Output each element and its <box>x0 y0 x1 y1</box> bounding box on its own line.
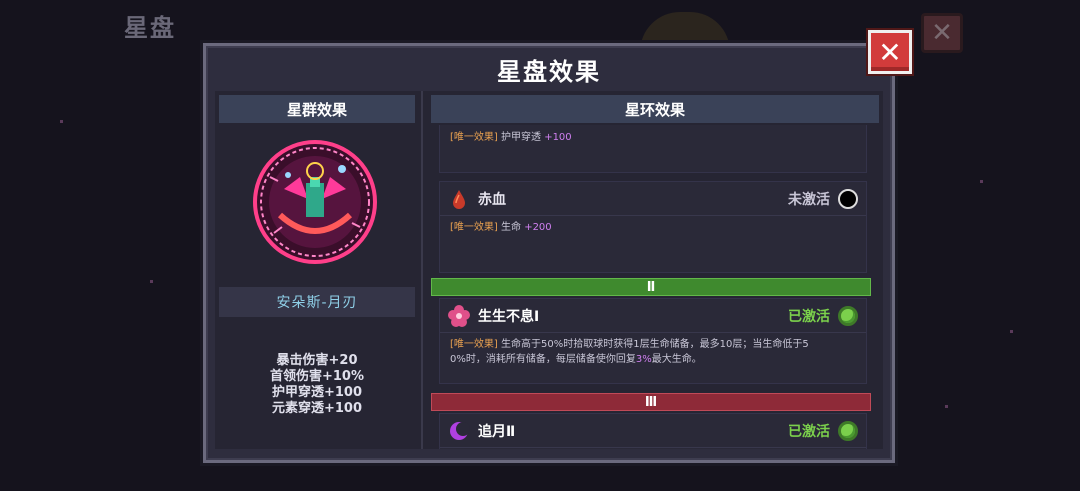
flower-icon <box>448 304 470 327</box>
effect-value: +100 <box>544 132 572 143</box>
constellation-name: 安朵斯-月刃 <box>219 287 415 317</box>
effect-tag: [唯一效果] <box>450 132 498 143</box>
ring-column: 星环效果 [唯一效果] 护甲穿透 +100 赤血 未激活 [唯一效果] 生命 +… <box>421 91 883 449</box>
effect-text: 生命 <box>501 222 521 233</box>
effect-description: [唯一效果] 生命 +200 <box>440 216 866 235</box>
dialog-header: 星盘效果 <box>206 46 892 92</box>
crescent-moon-icon <box>448 420 470 442</box>
list-item[interactable]: 追月Ⅱ 已激活 <box>439 413 867 449</box>
tier-ii-divider: Ⅱ <box>431 278 871 296</box>
blood-drop-icon <box>448 188 470 210</box>
status-indicator-icon <box>838 305 858 326</box>
entry-name: 追月Ⅱ <box>478 423 516 440</box>
stat-line: 首领伤害+10% <box>269 369 364 384</box>
effect-text: 生命高于50%时拾取球时获得1层生命储备，最多10层；当生命低于5 <box>501 339 809 350</box>
background-star <box>150 280 153 283</box>
list-item: [唯一效果] 护甲穿透 +100 <box>439 125 867 173</box>
dialog-title: 星盘效果 <box>497 57 601 86</box>
astrolabe-effects-dialog: 星盘效果 ✕ 星群效果 安朵斯-月刃 暴击伤害+20 首领伤害+10% 护甲穿透… <box>203 30 912 463</box>
stat-line: 元素穿透+100 <box>271 401 363 416</box>
stat-line: 护甲穿透+100 <box>271 385 363 400</box>
effect-tag: [唯一效果] <box>450 222 498 233</box>
effect-text: 护甲穿透 <box>501 132 541 143</box>
status-indicator-icon <box>838 420 858 441</box>
effect-description-continued: 0%时，消耗所有储备，每层储备使你回复3%最大生命。 <box>440 352 866 367</box>
list-item[interactable]: 生生不息Ⅰ 已激活 [唯一效果] 生命高于50%时拾取球时获得1层生命储备，最多… <box>439 298 867 384</box>
entry-name: 赤血 <box>478 191 506 208</box>
entry-header: 追月Ⅱ 已激活 <box>440 414 866 448</box>
stat-line: 暴击伤害+20 <box>276 353 358 368</box>
entry-name: 生生不息Ⅰ <box>478 308 540 325</box>
constellation-effects-header: 星群效果 <box>219 95 415 123</box>
constellation-stats: 暴击伤害+20 首领伤害+10% 护甲穿透+100 元素穿透+100 <box>215 353 419 417</box>
constellation-emblem-icon <box>250 137 380 267</box>
background-title: 星盘 <box>124 14 176 42</box>
close-button[interactable]: ✕ <box>868 30 912 74</box>
close-icon: ✕ <box>878 35 902 69</box>
constellation-column: 星群效果 安朵斯-月刃 暴击伤害+20 首领伤害+10% 护甲穿透+100 元素… <box>215 91 419 449</box>
effect-value: 3% <box>635 354 652 365</box>
background-star <box>60 120 63 123</box>
status-indicator-icon <box>838 188 858 209</box>
effect-value: +200 <box>524 222 552 233</box>
background-star <box>980 180 983 183</box>
dialog-body: 星群效果 安朵斯-月刃 暴击伤害+20 首领伤害+10% 护甲穿透+100 元素… <box>215 91 883 449</box>
entry-status: 已激活 <box>788 308 830 325</box>
background-star <box>945 405 948 408</box>
entry-status: 未激活 <box>788 191 830 208</box>
background-star <box>1010 330 1013 333</box>
entry-header: 生生不息Ⅰ 已激活 <box>440 299 866 333</box>
ring-effects-header: 星环效果 <box>431 95 879 123</box>
effect-description: [唯一效果] 护甲穿透 +100 <box>440 125 866 145</box>
tier-iii-divider: Ⅲ <box>431 393 871 411</box>
background-close-icon: ✕ <box>921 13 963 53</box>
ring-effects-list[interactable]: [唯一效果] 护甲穿透 +100 赤血 未激活 [唯一效果] 生命 +200 Ⅱ… <box>431 125 877 449</box>
effect-tag: [唯一效果] <box>450 339 498 350</box>
effect-description: [唯一效果] 生命高于50%时拾取球时获得1层生命储备，最多10层；当生命低于5 <box>440 333 866 352</box>
entry-status: 已激活 <box>788 423 830 440</box>
effect-text: 最大生命。 <box>651 354 702 365</box>
effect-text: 0%时，消耗所有储备，每层储备使你回复 <box>450 354 636 365</box>
list-item[interactable]: 赤血 未激活 [唯一效果] 生命 +200 <box>439 181 867 273</box>
entry-header: 赤血 未激活 <box>440 182 866 216</box>
